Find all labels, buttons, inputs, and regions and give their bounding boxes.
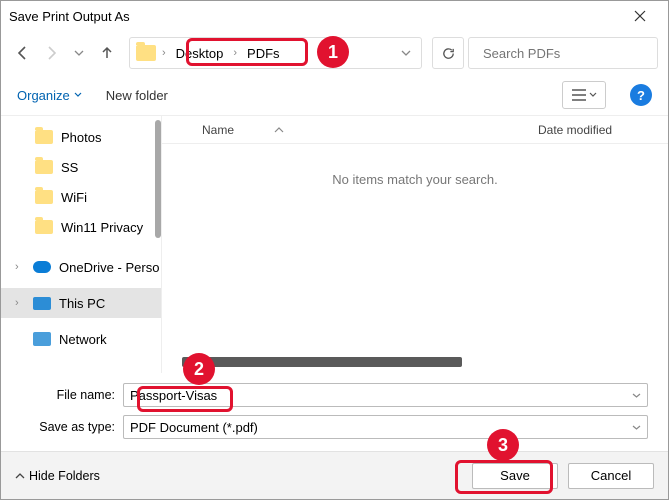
savetype-field[interactable]: PDF Document (*.pdf)	[123, 415, 648, 439]
organize-menu[interactable]: Organize	[17, 88, 82, 103]
tree-item-wifi[interactable]: WiFi	[1, 182, 161, 212]
monitor-icon	[33, 297, 51, 310]
view-options-button[interactable]	[562, 81, 606, 109]
folder-icon	[35, 190, 53, 204]
folder-tree[interactable]: Photos SS WiFi Win11 Privacy › OneDrive -…	[1, 116, 161, 373]
tree-label: Win11 Privacy	[61, 220, 143, 235]
address-bar[interactable]: › Desktop › PDFs	[129, 37, 422, 69]
folder-icon	[35, 160, 53, 174]
up-button[interactable]	[95, 41, 119, 65]
savetype-label: Save as type:	[21, 420, 115, 434]
organize-label: Organize	[17, 88, 70, 103]
forward-button[interactable]	[39, 41, 63, 65]
recent-dropdown-icon[interactable]	[67, 41, 91, 65]
filename-label: File name:	[21, 388, 115, 402]
chevron-right-icon: ›	[162, 47, 166, 59]
column-name[interactable]: Name	[202, 123, 538, 137]
tree-item-win11[interactable]: Win11 Privacy	[1, 212, 161, 242]
cancel-button[interactable]: Cancel	[568, 463, 654, 489]
network-icon	[33, 332, 51, 346]
filename-field[interactable]	[123, 383, 648, 407]
hide-folders-button[interactable]: Hide Folders	[15, 469, 100, 483]
chevron-right-icon[interactable]: ›	[15, 297, 25, 309]
cloud-icon	[33, 261, 51, 273]
tree-label: SS	[61, 160, 78, 175]
chevron-down-icon	[589, 91, 597, 99]
refresh-button[interactable]	[432, 37, 464, 69]
window-title: Save Print Output As	[9, 9, 620, 24]
tree-label: This PC	[59, 296, 105, 311]
search-box[interactable]	[468, 37, 658, 69]
back-button[interactable]	[11, 41, 35, 65]
list-icon	[572, 89, 586, 101]
savetype-value: PDF Document (*.pdf)	[130, 420, 632, 435]
breadcrumb-seg1[interactable]: Desktop	[172, 44, 228, 63]
tree-label: Network	[59, 332, 107, 347]
tree-item-ss[interactable]: SS	[1, 152, 161, 182]
file-list-pane: Name Date modified No items match your s…	[161, 116, 668, 373]
chevron-down-icon[interactable]	[632, 391, 641, 400]
filename-input[interactable]	[130, 388, 632, 403]
chevron-down-icon	[74, 91, 82, 99]
tree-item-onedrive[interactable]: › OneDrive - Perso	[1, 252, 161, 282]
column-date[interactable]: Date modified	[538, 123, 668, 137]
breadcrumb-seg2[interactable]: PDFs	[243, 44, 284, 63]
search-input[interactable]	[483, 46, 659, 61]
tree-label: WiFi	[61, 190, 87, 205]
chevron-right-icon: ›	[233, 47, 237, 59]
save-button[interactable]: Save	[472, 463, 558, 489]
address-dropdown-icon[interactable]	[397, 48, 415, 58]
chevron-up-icon	[15, 471, 25, 481]
tree-item-photos[interactable]: Photos	[1, 122, 161, 152]
folder-icon	[136, 45, 156, 61]
tree-label: Photos	[61, 130, 101, 145]
hide-folders-label: Hide Folders	[29, 469, 100, 483]
column-label: Name	[202, 123, 234, 137]
horizontal-scrollbar[interactable]	[162, 357, 668, 369]
folder-icon	[35, 220, 53, 234]
chevron-down-icon[interactable]	[632, 423, 641, 432]
chevron-right-icon[interactable]: ›	[15, 261, 25, 273]
new-folder-button[interactable]: New folder	[106, 88, 168, 103]
sort-asc-icon	[274, 126, 284, 134]
tree-item-thispc[interactable]: › This PC	[1, 288, 161, 318]
help-button[interactable]: ?	[630, 84, 652, 106]
tree-item-network[interactable]: ›Network	[1, 324, 161, 354]
close-button[interactable]	[620, 1, 660, 31]
empty-message: No items match your search.	[162, 144, 668, 187]
tree-label: OneDrive - Perso	[59, 260, 159, 275]
folder-icon	[35, 130, 53, 144]
